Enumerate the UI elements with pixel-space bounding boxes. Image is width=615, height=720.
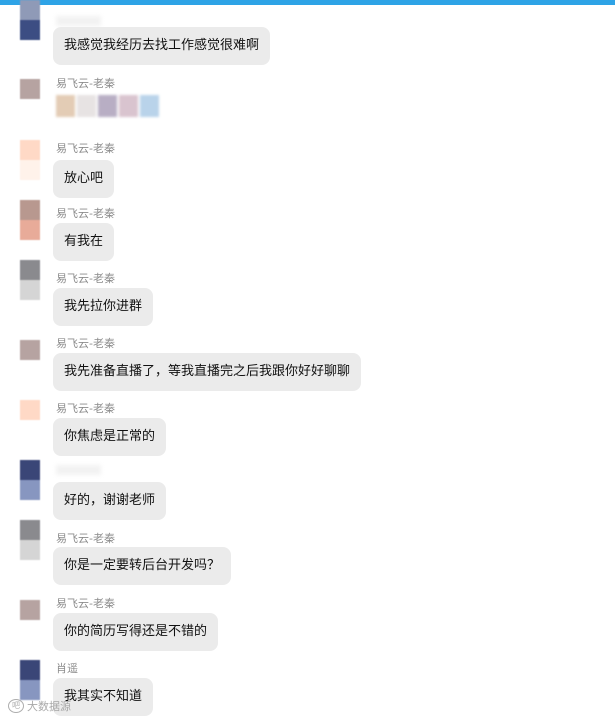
sticker-tile <box>56 95 75 117</box>
sticker-tile <box>98 95 117 117</box>
sender-name: 易飞云-老秦 <box>56 597 115 610</box>
avatar[interactable] <box>20 660 40 700</box>
avatar[interactable] <box>20 340 40 380</box>
avatar-bottom-tone <box>20 680 40 700</box>
message-bubble[interactable]: 你的简历写得还是不错的 <box>53 613 219 651</box>
avatar-top-tone <box>20 140 40 160</box>
avatar-bottom-tone <box>20 540 40 560</box>
avatar-top-tone <box>20 600 40 620</box>
sender-name: 易飞云-老秦 <box>56 77 115 90</box>
avatar[interactable] <box>20 260 40 300</box>
sender-name: 易飞云-老秦 <box>56 207 115 220</box>
avatar[interactable] <box>20 520 40 560</box>
sender-name: 易飞云-老秦 <box>56 532 115 545</box>
message-bubble[interactable]: 有我在 <box>53 223 115 261</box>
message-bubble[interactable]: 你焦虑是正常的 <box>53 418 167 456</box>
avatar-top-tone <box>20 260 40 280</box>
sticker-tile <box>119 95 138 117</box>
avatar-top-tone <box>20 520 40 540</box>
avatar-top-tone <box>20 79 40 99</box>
sender-name: 肖遥 <box>56 662 78 675</box>
source-watermark: 吧 大数据源 <box>8 698 71 714</box>
message-bubble[interactable]: 你是一定要转后台开发吗？ <box>53 547 232 585</box>
message-bubble[interactable]: 放心吧 <box>53 160 115 198</box>
sticker-image[interactable] <box>56 95 159 117</box>
avatar-top-tone <box>20 340 40 360</box>
window-top-accent-bar <box>0 0 615 5</box>
message-bubble[interactable]: 我先准备直播了，等我直播完之后我跟你好好聊聊 <box>53 353 362 391</box>
sender-name-redacted <box>56 465 101 475</box>
avatar[interactable] <box>20 460 40 500</box>
sender-name: 易飞云-老秦 <box>56 402 115 415</box>
avatar-bottom-tone <box>20 280 40 300</box>
message-bubble[interactable]: 我先拉你进群 <box>53 288 154 326</box>
sticker-tile <box>77 95 96 117</box>
message-bubble[interactable]: 我感觉我经历去找工作感觉很难啊 <box>53 27 271 65</box>
avatar-top-tone <box>20 0 40 20</box>
avatar[interactable] <box>20 0 40 40</box>
avatar-bottom-tone <box>20 620 40 640</box>
avatar-bottom-tone <box>20 480 40 500</box>
avatar[interactable] <box>20 200 40 240</box>
avatar-top-tone <box>20 400 40 420</box>
avatar-bottom-tone <box>20 160 40 180</box>
avatar[interactable] <box>20 600 40 640</box>
avatar-bottom-tone <box>20 220 40 240</box>
sender-name-redacted <box>56 16 101 26</box>
avatar-top-tone <box>20 660 40 680</box>
watermark-text: 大数据源 <box>27 700 71 713</box>
avatar[interactable] <box>20 400 40 440</box>
avatar-top-tone <box>20 460 40 480</box>
sender-name: 易飞云-老秦 <box>56 142 115 155</box>
avatar-bottom-tone <box>20 20 40 40</box>
avatar[interactable] <box>20 79 40 119</box>
avatar-top-tone <box>20 200 40 220</box>
avatar-bottom-tone <box>20 420 40 440</box>
avatar-bottom-tone <box>20 360 40 380</box>
sticker-tile <box>140 95 159 117</box>
avatar-bottom-tone <box>20 99 40 119</box>
avatar[interactable] <box>20 140 40 180</box>
sender-name: 易飞云-老秦 <box>56 337 115 350</box>
message-bubble[interactable]: 好的，谢谢老师 <box>53 482 167 520</box>
watermark-logo-icon: 吧 <box>8 699 24 713</box>
sender-name: 易飞云-老秦 <box>56 272 115 285</box>
